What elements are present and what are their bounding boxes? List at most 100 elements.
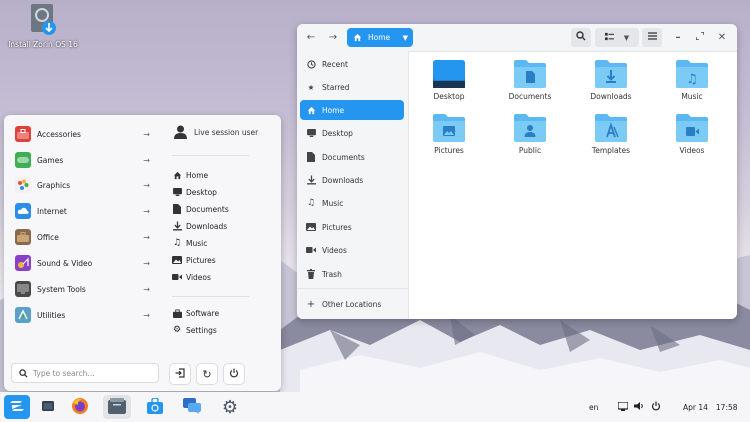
home-icon [353,33,362,42]
place-label: Music [186,238,208,248]
place-label: Software [186,308,220,318]
zorin-menu-button[interactable] [4,395,30,419]
hamburger-icon [647,32,657,43]
search-icon [576,31,586,44]
picture-icon [172,256,182,264]
category-system-tools[interactable]: System Tools → [15,279,150,299]
user-name: Live session user [194,127,259,137]
place-downloads[interactable]: Downloads [172,219,227,233]
sidebar-item-music[interactable]: ♫ Music [300,193,404,213]
gamepad-icon [15,152,31,168]
breadcrumb-label: Home [368,33,391,42]
category-utilities[interactable]: Utilities → [15,305,150,325]
home-icon [172,171,182,180]
forward-button[interactable]: → [325,28,341,47]
place-pictures[interactable]: Pictures [172,253,216,267]
sidebar-item-label: Videos [322,245,347,255]
sidebar-separator [297,288,408,289]
sidebar-item-pictures[interactable]: Pictures [300,217,404,237]
view-options-button[interactable]: ▼ [595,28,639,47]
star-icon: ★ [307,82,315,92]
folder-documents[interactable]: Documents [495,59,565,101]
file-manager-sidebar: Recent ★ Starred Home Desktop Documents … [297,51,409,319]
folder-label: Templates [591,146,631,155]
user-account[interactable]: Live session user [174,125,258,139]
keyboard-layout-indicator[interactable]: en [589,392,598,422]
gear-icon: ⚙ [172,325,182,335]
folder-videos[interactable]: Videos [657,113,727,155]
document-icon [306,152,316,162]
back-button[interactable]: ← [303,28,319,47]
category-label: Sound & Video [37,258,93,268]
keyboard-layout-label: en [589,402,599,412]
menu-search-input[interactable]: Type to search... [11,363,159,383]
software-store-launcher[interactable] [143,395,167,419]
close-button[interactable]: ✕ [715,28,729,47]
category-graphics[interactable]: Graphics → [15,175,150,195]
category-internet[interactable]: Internet → [15,201,150,221]
restart-button[interactable]: ↻ [196,363,218,385]
desktop-folder-icon [432,59,466,89]
power-button[interactable] [223,363,245,385]
clock[interactable]: Apr 14 17:58 [683,392,738,422]
volume-indicator[interactable] [634,392,644,422]
sidebar-item-documents[interactable]: Documents [300,147,404,167]
gear-icon: ⚙ [221,396,239,418]
software-item[interactable]: Software [172,306,219,320]
arrow-right-icon: → [143,310,150,320]
clock-time: 17:58 [715,402,738,412]
log-out-button[interactable] [169,363,191,385]
power-indicator[interactable] [651,392,661,422]
place-videos[interactable]: Videos [172,270,211,284]
sidebar-item-trash[interactable]: Trash [300,264,404,284]
public-folder-icon [513,113,547,143]
category-label: Accessories [37,129,81,139]
folder-label: Desktop [433,92,465,101]
files-launcher[interactable] [103,395,131,419]
sidebar-item-videos[interactable]: Videos [300,240,404,260]
folder-pictures[interactable]: Pictures [414,113,484,155]
folder-public[interactable]: Public [495,113,565,155]
place-home[interactable]: Home [172,168,208,182]
category-office[interactable]: Office → [15,227,150,247]
category-accessories[interactable]: Accessories → [15,124,150,144]
install-zorin-desktop-icon[interactable]: Install Zorin OS 16 [4,4,82,49]
search-button[interactable] [571,28,591,47]
settings-item[interactable]: ⚙ Settings [172,323,217,337]
downloads-folder-icon [594,59,628,89]
display-indicator[interactable] [617,392,629,422]
folder-downloads[interactable]: Downloads [576,59,646,101]
restart-icon: ↻ [202,367,212,381]
sidebar-item-label: Pictures [322,222,352,232]
sidebar-item-other-locations[interactable]: + Other Locations [300,294,404,314]
sidebar-item-downloads[interactable]: Downloads [300,170,404,190]
firefox-launcher[interactable] [68,395,92,419]
folder-music[interactable]: ♫ Music [657,59,727,101]
place-desktop[interactable]: Desktop [172,185,217,199]
files-icon [108,398,126,416]
sidebar-item-recent[interactable]: Recent [300,54,404,74]
sidebar-item-starred[interactable]: ★ Starred [300,77,404,97]
sidebar-item-desktop[interactable]: Desktop [300,123,404,143]
category-games[interactable]: Games → [15,150,150,170]
music-folder-icon: ♫ [675,59,709,89]
messaging-launcher[interactable] [180,395,204,419]
download-icon [172,221,182,231]
menu-separator [172,296,249,297]
document-icon [172,204,182,214]
category-sound-video[interactable]: Sound & Video → [15,253,150,273]
arrow-right-icon: → [143,232,150,242]
place-documents[interactable]: Documents [172,202,229,216]
settings-launcher[interactable]: ⚙ [218,395,242,419]
breadcrumb-home[interactable]: Home ▼ [347,28,413,47]
show-desktop-button[interactable] [38,395,58,419]
sidebar-item-home[interactable]: Home [300,100,404,120]
folder-desktop[interactable]: Desktop [414,59,484,101]
place-music[interactable]: ♫ Music [172,236,207,250]
minimize-button[interactable]: – [671,28,685,47]
folder-templates[interactable]: Templates [576,113,646,155]
sidebar-item-label: Desktop [322,128,353,138]
chat-icon [183,398,201,416]
maximize-button[interactable] [693,28,707,47]
main-menu-button[interactable] [642,28,662,47]
